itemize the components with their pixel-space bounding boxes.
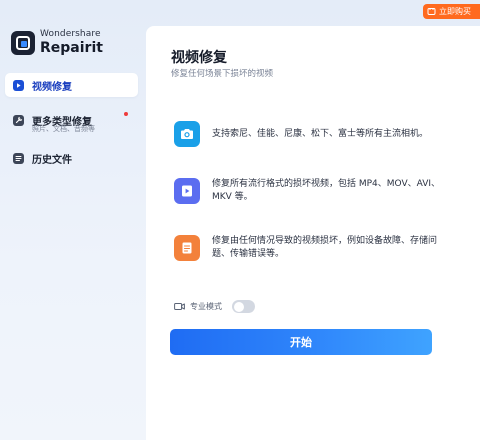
- advanced-mode-label: 专业模式: [190, 302, 222, 311]
- start-button[interactable]: 开始: [170, 329, 432, 355]
- camera-icon: [174, 121, 200, 147]
- feature-text: 支持索尼、佳能、尼康、松下、富士等所有主流相机。: [212, 128, 429, 139]
- brand-name: Wondershare: [40, 29, 101, 39]
- feature-damage-cases: 修复由任何情况导致的视频损坏，例如设备故障、存储问题、传输错误等。: [174, 235, 442, 261]
- sidebar-item-label: 视频修复: [32, 81, 72, 93]
- advanced-mode-row: 专业模式: [174, 300, 255, 313]
- more-repair-icon: [13, 114, 24, 126]
- buy-now-label: 立即购买: [439, 7, 471, 16]
- feature-format-support: 修复所有流行格式的损坏视频，包括 MP4、MOV、AVI、MKV 等。: [174, 178, 442, 204]
- sidebar-item-label: 历史文件: [32, 154, 72, 166]
- cart-icon: [427, 8, 436, 15]
- advanced-mode-toggle[interactable]: [232, 300, 255, 313]
- toggle-knob: [233, 301, 244, 312]
- notification-dot: [124, 112, 128, 116]
- sidebar: Wondershare Repairit 视频修复 更多类型修复 照片、文档、音…: [0, 0, 146, 440]
- feature-text: 修复所有流行格式的损坏视频，包括 MP4、MOV、AVI、MKV 等。: [212, 179, 441, 202]
- document-icon: [174, 235, 200, 261]
- sidebar-item-history[interactable]: 历史文件: [5, 146, 138, 170]
- page-title: 视频修复: [171, 50, 227, 66]
- feature-text: 修复由任何情况导致的视频损坏，例如设备故障、存储问题、传输错误等。: [212, 236, 438, 259]
- sidebar-item-sublabel: 照片、文档、音频等: [32, 125, 95, 133]
- feature-camera-support: 支持索尼、佳能、尼康、松下、富士等所有主流相机。: [174, 121, 442, 147]
- video-camera-icon: [174, 303, 185, 310]
- product-name: Repairit: [40, 40, 103, 56]
- repairit-logo-icon: [11, 30, 35, 55]
- page-subtitle: 修复任何场景下损坏的视频: [171, 69, 274, 79]
- history-icon: [13, 152, 24, 164]
- sidebar-item-video-repair[interactable]: 视频修复: [5, 73, 138, 97]
- video-file-icon: [174, 178, 200, 204]
- video-repair-icon: [13, 79, 24, 91]
- main-panel: 视频修复 修复任何场景下损坏的视频 支持索尼、佳能、尼康、松下、富士等所有主流相…: [146, 26, 480, 440]
- buy-now-button[interactable]: 立即购买: [423, 4, 480, 19]
- app-logo: Wondershare Repairit: [11, 30, 103, 55]
